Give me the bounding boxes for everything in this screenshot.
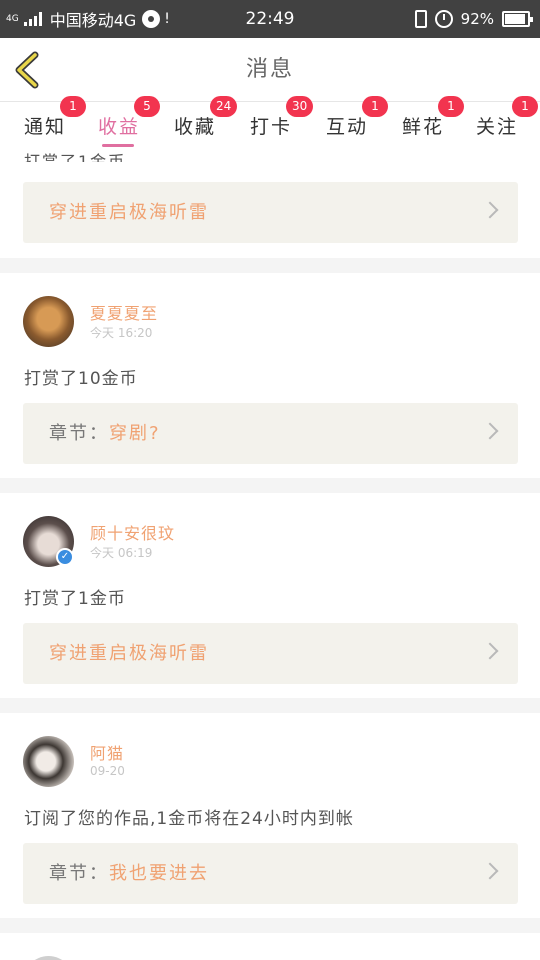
tab-label: 收藏 [174, 116, 217, 138]
user-name[interactable]: 阿猫 [90, 740, 124, 764]
user-name[interactable]: 夏夏夏至 [90, 300, 158, 324]
chapter-link[interactable]: 章节：我也要进去 [23, 843, 518, 904]
tab-badge: 24 [210, 96, 238, 117]
chevron-right-icon [481, 642, 499, 660]
chapter-link[interactable]: 章节：穿剧? [23, 403, 518, 464]
list-item: 阿猫 09-20 订阅了您的作品,1金币将在24小时内到帐 章节：我也要进去 [0, 713, 540, 918]
battery-icon [502, 11, 533, 27]
chevron-right-icon [481, 201, 499, 219]
chevron-right-icon [481, 422, 499, 440]
active-tab-indicator [102, 144, 134, 147]
list-item: ✓ 顾十安很玟 今天 06:19 打赏了1金币 穿进重启极海听雷 [0, 493, 540, 698]
message-time: 09-20 [90, 764, 125, 778]
tab-badge: 1 [512, 96, 538, 117]
tab-label: 关注 [476, 116, 519, 138]
tab-badge: 30 [286, 96, 314, 117]
list-item [0, 933, 540, 960]
tab-badge: 1 [60, 96, 86, 117]
tab-badge: 1 [438, 96, 464, 117]
tab-badge: 1 [362, 96, 388, 117]
message-text: 打赏了1金币 [24, 589, 126, 609]
tab-label: 打卡 [250, 116, 293, 138]
message-text: 打赏了10金币 [24, 369, 138, 389]
message-text: 打赏了1金币 [24, 152, 127, 162]
status-bar: 4G 中国移动4G ! 22:49 92% [0, 0, 540, 38]
tab-label: 收益 [98, 116, 141, 138]
list-item: 打赏了1金币 穿进重启极海听雷 [0, 148, 540, 258]
work-link[interactable]: 穿进重启极海听雷 [23, 623, 518, 684]
chapter-text: 章节：我也要进去 [49, 863, 209, 884]
header-bar: 消息 [0, 38, 540, 102]
list-item: 夏夏夏至 今天 16:20 打赏了10金币 章节：穿剧? [0, 273, 540, 478]
message-feed[interactable]: 打赏了1金币 穿进重启极海听雷 夏夏夏至 今天 16:20 打赏了10金币 章节… [0, 148, 540, 960]
avatar[interactable] [23, 736, 74, 787]
work-title: 穿进重启极海听雷 [49, 643, 209, 664]
battery-percent: 92% [460, 10, 494, 28]
chevron-right-icon [481, 862, 499, 880]
tab-label: 互动 [326, 116, 369, 138]
tab-bar: 通知 1 收益 5 收藏 24 打卡 30 互动 1 鲜花 1 关注 1 [0, 96, 540, 148]
work-title: 穿进重启极海听雷 [49, 202, 209, 223]
tab-badge: 5 [134, 96, 160, 117]
page-title: 消息 [245, 57, 294, 82]
vibrate-icon [414, 10, 427, 28]
user-name[interactable]: 顾十安很玟 [90, 520, 175, 544]
message-time: 今天 06:19 [90, 546, 153, 560]
tab-label: 鲜花 [402, 116, 445, 138]
alarm-icon [434, 10, 453, 28]
tab-label: 通知 [24, 116, 67, 138]
verified-icon: ✓ [56, 548, 74, 566]
chapter-text: 章节：穿剧? [49, 423, 161, 444]
work-link[interactable]: 穿进重启极海听雷 [23, 182, 518, 243]
avatar[interactable] [23, 296, 74, 347]
avatar[interactable] [23, 956, 74, 960]
message-text: 订阅了您的作品,1金币将在24小时内到帐 [24, 809, 354, 829]
message-time: 今天 16:20 [90, 326, 153, 340]
